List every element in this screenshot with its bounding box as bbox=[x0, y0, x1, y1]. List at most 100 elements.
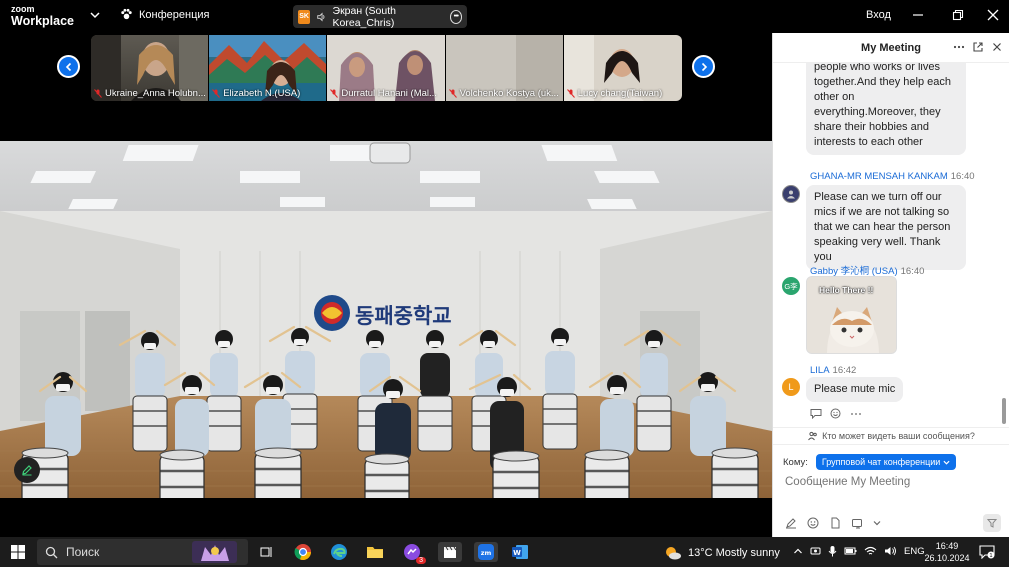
visibility-text: Кто может видеть ваши сообщения? bbox=[822, 431, 975, 441]
to-label: Кому: bbox=[783, 456, 808, 468]
more-icon[interactable] bbox=[953, 41, 965, 53]
annotate-button[interactable] bbox=[14, 457, 40, 483]
search-highlight-icon bbox=[192, 541, 237, 563]
message-line: that we can hear the person bbox=[814, 221, 951, 233]
send-button[interactable] bbox=[983, 514, 1001, 532]
task-view-button[interactable] bbox=[256, 542, 276, 562]
camera-icon[interactable] bbox=[810, 545, 821, 557]
volume-icon[interactable] bbox=[884, 545, 897, 557]
message-time: 16:40 bbox=[900, 266, 925, 277]
chat-scrollbar[interactable] bbox=[1002, 398, 1006, 424]
zoom-workplace-logo[interactable]: zoom Workplace bbox=[11, 5, 74, 28]
taskbar-search[interactable]: Поиск bbox=[37, 539, 248, 565]
avatar[interactable]: G李 bbox=[782, 277, 800, 295]
participant-name: Volchenko Kostya (uk... bbox=[448, 88, 560, 99]
participant-tile[interactable]: Volchenko Kostya (uk... bbox=[445, 35, 564, 101]
sender-name[interactable]: GHANA-MR MENSAH KANKAM bbox=[810, 171, 948, 182]
zoom-icon: zm bbox=[478, 544, 494, 560]
mic-muted-icon bbox=[94, 89, 102, 98]
participant-name: Elizabeth N.(USA) bbox=[212, 88, 323, 99]
chat-app[interactable]: 3 bbox=[402, 542, 426, 564]
avatar[interactable] bbox=[782, 185, 800, 203]
weather-widget[interactable]: 13°C Mostly sunny bbox=[664, 545, 780, 561]
pop-out-icon[interactable] bbox=[972, 41, 984, 53]
chat-messages: people who works or lives together.And t… bbox=[773, 63, 1009, 433]
message-visibility-info[interactable]: Кто может видеть ваши сообщения? bbox=[773, 427, 1009, 445]
edge-app[interactable] bbox=[329, 542, 349, 562]
avatar[interactable]: L bbox=[782, 378, 800, 396]
battery-icon[interactable] bbox=[844, 545, 857, 557]
clock[interactable]: 16:49 26.10.2024 bbox=[924, 540, 970, 564]
more-actions-icon[interactable] bbox=[850, 408, 862, 419]
message-line: mics if we are not talking so bbox=[814, 206, 950, 218]
title-bar: zoom Workplace Конференция SK Экран (Sou… bbox=[0, 0, 1009, 33]
participant-name-text: Elizabeth N.(USA) bbox=[223, 88, 301, 99]
microphone-icon[interactable] bbox=[828, 545, 837, 557]
chrome-app[interactable] bbox=[293, 542, 313, 562]
zoom-app[interactable]: zm bbox=[474, 542, 498, 562]
prev-page-button[interactable] bbox=[57, 55, 80, 78]
sender-name[interactable]: LILA bbox=[810, 365, 830, 376]
participant-tile[interactable]: Durratul Hanani (Mal... bbox=[327, 35, 446, 101]
input-language[interactable]: ENG bbox=[904, 546, 925, 557]
close-icon[interactable] bbox=[986, 8, 1000, 22]
participant-thumbnails: Ukraine_Anna Holubn... Elizabeth N.(USA) bbox=[91, 35, 682, 101]
participant-tile[interactable]: Ukraine_Anna Holubn... bbox=[91, 35, 210, 101]
mic-muted-icon bbox=[212, 89, 221, 98]
shared-screen-video[interactable]: 동패중학교 bbox=[0, 141, 772, 498]
windows-taskbar: Поиск 3 zm W 13°C Mostly sunny ENG 16:49… bbox=[0, 537, 1009, 567]
chat-message-bubble: Please mute mic bbox=[806, 377, 904, 402]
sticker-image[interactable]: Hello There !! bbox=[806, 276, 897, 354]
chat-message-bubble: Please can we turn off our mics if we ar… bbox=[806, 185, 966, 270]
minimize-icon[interactable] bbox=[911, 8, 925, 22]
message-time: 16:42 bbox=[832, 365, 857, 376]
weather-text: 13°C Mostly sunny bbox=[688, 547, 780, 559]
folder-icon bbox=[367, 547, 383, 558]
unread-badge: 3 bbox=[416, 557, 426, 564]
word-app[interactable]: W bbox=[510, 542, 530, 562]
paw-icon bbox=[121, 8, 132, 20]
file-explorer-app[interactable] bbox=[365, 542, 385, 562]
message-time: 16:40 bbox=[950, 171, 975, 182]
emoji-reaction-icon[interactable] bbox=[830, 408, 842, 419]
participant-name: Durratul Hanani (Mal... bbox=[330, 88, 441, 99]
system-tray: ENG bbox=[793, 545, 925, 557]
chevron-down-icon[interactable] bbox=[89, 9, 101, 21]
participant-tile[interactable]: Lucy chang(Taiwan) bbox=[563, 35, 682, 101]
message-sender: LILA 16:42 bbox=[810, 365, 856, 376]
notification-icon[interactable]: 1 bbox=[979, 545, 995, 559]
reply-icon[interactable] bbox=[810, 408, 822, 419]
more-options-icon[interactable]: ••• bbox=[449, 9, 462, 24]
message-sender: GHANA-MR MENSAH KANKAM 16:40 bbox=[810, 171, 975, 182]
emoji-icon[interactable] bbox=[807, 517, 819, 529]
clapper-app[interactable] bbox=[438, 542, 462, 562]
participant-name: Lucy chang(Taiwan) bbox=[566, 88, 679, 99]
meeting-label: Конференция bbox=[139, 8, 210, 21]
file-icon[interactable] bbox=[829, 517, 841, 529]
chevron-left-icon bbox=[65, 62, 71, 71]
participant-strip: Ukraine_Anna Holubn... Elizabeth N.(USA) bbox=[0, 33, 772, 103]
chevron-right-icon bbox=[701, 62, 707, 71]
wifi-icon[interactable] bbox=[864, 545, 877, 557]
meeting-menu[interactable]: Конференция bbox=[120, 8, 209, 21]
participant-tile[interactable]: Elizabeth N.(USA) bbox=[209, 35, 328, 101]
format-icon[interactable] bbox=[785, 517, 797, 529]
mic-muted-icon bbox=[330, 89, 339, 98]
screen-share-pill[interactable]: SK Экран (South Korea_Chris) ••• bbox=[293, 5, 467, 29]
school-performance-scene: 동패중학교 bbox=[0, 141, 772, 498]
sign-in-button[interactable]: Вход bbox=[866, 9, 891, 21]
close-chat-icon[interactable] bbox=[991, 41, 1003, 53]
start-button[interactable] bbox=[8, 542, 28, 562]
sharer-avatar: SK bbox=[298, 9, 311, 24]
clapperboard-icon bbox=[444, 546, 457, 558]
chevron-down-icon[interactable] bbox=[873, 519, 881, 527]
screenshot-icon[interactable] bbox=[851, 517, 863, 529]
chat-panel: My Meeting people who works or lives tog… bbox=[772, 33, 1009, 537]
recipient-select[interactable]: Групповой чат конференции bbox=[815, 454, 957, 470]
restore-icon[interactable] bbox=[951, 8, 965, 22]
message-input[interactable] bbox=[785, 476, 995, 488]
chat-message-bubble: people who works or lives together.And t… bbox=[806, 63, 966, 155]
next-page-button[interactable] bbox=[692, 55, 715, 78]
chevron-up-icon[interactable] bbox=[793, 546, 803, 556]
message-line: Please can we turn off our bbox=[814, 191, 942, 203]
